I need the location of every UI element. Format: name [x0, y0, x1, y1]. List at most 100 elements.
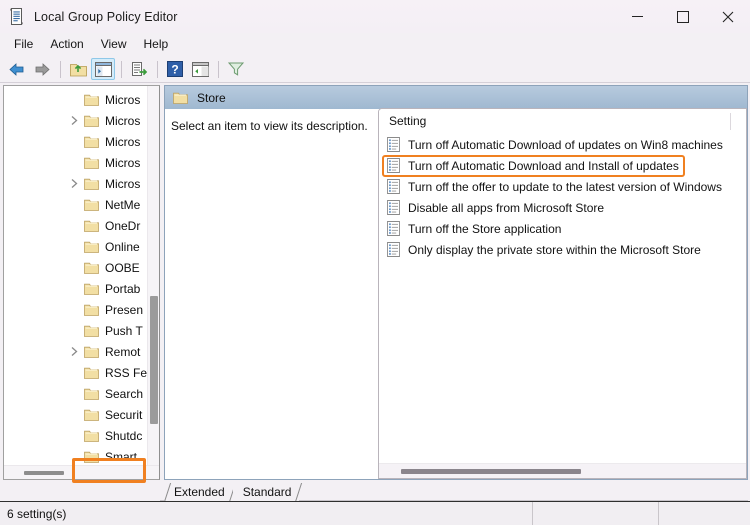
- tree-vertical-scrollbar[interactable]: [147, 86, 159, 465]
- settings-horizontal-scrollbar[interactable]: [379, 463, 746, 478]
- toolbar-separator: [218, 60, 219, 78]
- description-column: Select an item to view its description.: [165, 109, 379, 479]
- help-icon[interactable]: ?: [163, 58, 187, 80]
- chevron-right-icon[interactable]: [68, 178, 80, 190]
- menu-view[interactable]: View: [93, 35, 136, 55]
- menu-file[interactable]: File: [6, 35, 42, 55]
- folder-icon: [84, 93, 99, 106]
- title-bar: Local Group Policy Editor: [0, 0, 750, 33]
- tree-item-micros[interactable]: Micros: [4, 89, 147, 110]
- chevron-right-icon[interactable]: [68, 346, 80, 358]
- tab-extended-label: Extended: [174, 485, 225, 499]
- menu-action[interactable]: Action: [42, 35, 92, 55]
- tree-item-portab[interactable]: Portab: [4, 278, 147, 299]
- status-bar: 6 setting(s): [0, 501, 750, 525]
- tree-item-label: Micros: [105, 134, 141, 149]
- status-segment-2: [533, 501, 659, 525]
- folder-icon: [84, 240, 99, 253]
- tree-item-label: Push T: [105, 323, 143, 338]
- tree-item-micros[interactable]: Micros: [4, 152, 147, 173]
- policy-setting-icon: [387, 200, 400, 215]
- tree-item-netme[interactable]: NetMe: [4, 194, 147, 215]
- view-tabs: Extended Standard: [0, 480, 750, 501]
- folder-icon: [84, 282, 99, 295]
- policy-setting-icon: [387, 242, 400, 257]
- console-tree-pane: Micros Micros Micros Micros Micros NetMe OneDr…: [3, 85, 160, 480]
- policy-setting-icon: [387, 179, 400, 194]
- tree-item-micros[interactable]: Micros: [4, 110, 147, 131]
- toolbar: ?: [0, 56, 750, 83]
- setting-row[interactable]: Only display the private store within th…: [379, 239, 746, 260]
- folder-icon: [84, 429, 99, 442]
- tab-standard[interactable]: Standard: [232, 483, 300, 501]
- tree-item-onedr[interactable]: OneDr: [4, 215, 147, 236]
- tree-item-label: Search: [105, 386, 144, 401]
- folder-icon: [173, 91, 188, 104]
- setting-row-label: Only display the private store within th…: [408, 242, 701, 257]
- setting-row-label: Turn off Automatic Download of updates o…: [408, 137, 723, 152]
- folder-icon: [84, 261, 99, 274]
- tree-item-micros[interactable]: Micros: [4, 173, 147, 194]
- tree-item-label: NetMe: [105, 197, 141, 212]
- up-one-level-folder-icon[interactable]: [66, 58, 90, 80]
- folder-icon: [84, 219, 99, 232]
- policy-setting-icon: [387, 137, 400, 152]
- setting-row[interactable]: Disable all apps from Microsoft Store: [379, 197, 746, 218]
- description-text: Select an item to view its description.: [171, 119, 368, 133]
- filter-icon[interactable]: [224, 58, 248, 80]
- window-controls: [615, 0, 750, 33]
- tree-scroll-area: Micros Micros Micros Micros Micros NetMe OneDr…: [4, 86, 159, 465]
- status-segment-3: [659, 502, 750, 525]
- tree-item-securit[interactable]: Securit: [4, 404, 147, 425]
- folder-icon: [84, 177, 99, 190]
- back-icon[interactable]: [5, 58, 29, 80]
- column-header-setting[interactable]: Setting: [379, 114, 426, 129]
- settings-list-rows: Turn off Automatic Download of updates o…: [379, 134, 746, 463]
- forward-icon[interactable]: [30, 58, 54, 80]
- column-divider[interactable]: [730, 113, 731, 130]
- show-hide-action-pane-icon[interactable]: [188, 58, 212, 80]
- tree-item-label: OOBE: [105, 260, 140, 275]
- folder-icon: [84, 450, 99, 463]
- tab-extended[interactable]: Extended: [164, 483, 233, 501]
- setting-row-label: Turn off Automatic Download and Install …: [408, 158, 679, 173]
- menu-bar: File Action View Help: [0, 33, 750, 56]
- folder-icon: [84, 345, 99, 358]
- tree-item-label: Micros: [105, 113, 141, 128]
- tree-item-micros[interactable]: Micros: [4, 131, 147, 152]
- tree-horizontal-scrollbar[interactable]: [4, 465, 159, 479]
- minimize-button[interactable]: [615, 0, 660, 33]
- tree-item-label: Online: [105, 239, 140, 254]
- close-icon[interactable]: [705, 0, 750, 33]
- tree-item-oobe[interactable]: OOBE: [4, 257, 147, 278]
- tree-item-search[interactable]: Search: [4, 383, 147, 404]
- maximize-button[interactable]: [660, 0, 705, 33]
- setting-row[interactable]: Turn off Automatic Download and Install …: [379, 155, 746, 176]
- tree-vertical-scrollbar-thumb[interactable]: [150, 296, 159, 424]
- settings-horizontal-scrollbar-thumb[interactable]: [401, 469, 581, 474]
- tree-item-label: Securit: [105, 407, 143, 422]
- tree-item-smart[interactable]: Smart: [4, 446, 147, 465]
- tree-item-label: RSS Fe: [105, 365, 148, 380]
- tree-horizontal-scrollbar-thumb[interactable]: [24, 471, 64, 475]
- tree-item-label: Shutdc: [105, 428, 143, 443]
- tree-item-label: Portab: [105, 281, 141, 296]
- setting-row[interactable]: Turn off Automatic Download of updates o…: [379, 134, 746, 155]
- folder-icon: [84, 156, 99, 169]
- export-list-icon[interactable]: [127, 58, 151, 80]
- menu-help[interactable]: Help: [136, 35, 178, 55]
- tree-item-online[interactable]: Online: [4, 236, 147, 257]
- folder-icon: [84, 408, 99, 421]
- tree-item-push-t[interactable]: Push T: [4, 320, 147, 341]
- tree-item-presen[interactable]: Presen: [4, 299, 147, 320]
- tree-item-shutdc[interactable]: Shutdc: [4, 425, 147, 446]
- chevron-right-icon[interactable]: [68, 115, 80, 127]
- show-hide-console-tree-icon[interactable]: [91, 58, 115, 80]
- folder-icon: [84, 387, 99, 400]
- tree-item-rss-fe[interactable]: RSS Fe: [4, 362, 147, 383]
- tree-item-remot[interactable]: Remot: [4, 341, 147, 362]
- setting-row[interactable]: Turn off the Store application: [379, 218, 746, 239]
- setting-row[interactable]: Turn off the offer to update to the late…: [379, 176, 746, 197]
- tree-item-list: Micros Micros Micros Micros Micros NetMe OneDr…: [4, 86, 147, 465]
- folder-icon: [84, 114, 99, 127]
